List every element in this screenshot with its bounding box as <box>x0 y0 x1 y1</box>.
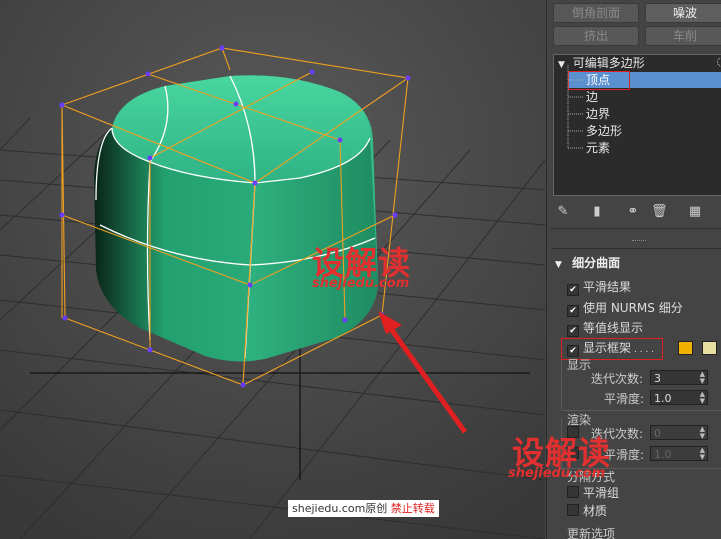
rollout-grip <box>632 240 646 243</box>
noise-button[interactable]: 噪波 <box>645 3 721 23</box>
isoline-display-label: 等值线显示 <box>583 321 644 335</box>
checkmark-icon: ✔ <box>567 305 579 317</box>
use-nurms-label: 使用 NURMS 细分 <box>583 301 683 315</box>
checkmark-icon: ✔ <box>567 325 579 337</box>
materials-label: 材质 <box>583 504 608 518</box>
watermark-url-2: shejiedu.com <box>508 466 606 481</box>
remove-modifier-icon[interactable]: 🗑 <box>651 204 668 220</box>
smoothing-groups-label: 平滑组 <box>583 486 620 500</box>
footer-notice: 禁止转载 <box>390 502 435 515</box>
isoline-display-checkbox[interactable]: ✔ 等值线显示 <box>567 320 644 337</box>
lathe-button[interactable]: 车削 <box>645 26 721 46</box>
checkbox-box <box>567 504 579 516</box>
cage-color-swatch-1[interactable] <box>678 341 693 355</box>
update-options-label: 更新选项 <box>567 527 616 539</box>
display-group-frame <box>561 360 721 411</box>
green-cube-object[interactable] <box>94 75 378 362</box>
smooth-result-label: 平滑结果 <box>583 280 632 294</box>
stack-tree-lines <box>567 65 584 149</box>
checkbox-box <box>567 486 579 498</box>
divider <box>551 228 721 229</box>
watermark-url: shejiedu.com <box>312 276 410 291</box>
footer-site: shejiedu.com原创 <box>292 502 388 515</box>
checkmark-icon: ✔ <box>567 284 579 296</box>
rollout-title: 细分曲面 <box>572 256 621 270</box>
materials-checkbox[interactable]: 材质 <box>567 503 607 519</box>
footer-credit: shejiedu.com原创 禁止转载 <box>288 500 439 517</box>
modifier-stack[interactable]: ▼ 可编辑多边形 顶点 边 边界 多边形 元素 <box>553 54 721 196</box>
rollout-subdivision-header[interactable]: ▼ 细分曲面 <box>555 254 620 271</box>
bevel-profile-button[interactable]: 倒角剖面 <box>553 3 639 23</box>
pin-stack-icon[interactable]: ✎ <box>555 204 571 220</box>
collapse-triangle-icon: ▼ <box>555 260 562 270</box>
smoothing-groups-checkbox[interactable]: 平滑组 <box>567 485 619 501</box>
cage-color-swatch-2[interactable] <box>702 341 717 355</box>
viewport-canvas[interactable] <box>0 0 545 539</box>
divider <box>551 248 721 249</box>
extrude-button[interactable]: 挤出 <box>553 26 639 46</box>
viewport[interactable]: 设解读 shejiedu.com shejiedu.com原创 禁止转载 <box>0 0 545 539</box>
configure-sets-icon[interactable]: ▦ <box>687 204 703 220</box>
smooth-result-checkbox[interactable]: ✔ 平滑结果 <box>567 279 632 296</box>
use-nurms-checkbox[interactable]: ✔ 使用 NURMS 细分 <box>567 300 683 317</box>
show-end-result-icon[interactable]: ▮ <box>589 204 605 220</box>
make-unique-icon[interactable]: ⚭ <box>625 204 641 220</box>
